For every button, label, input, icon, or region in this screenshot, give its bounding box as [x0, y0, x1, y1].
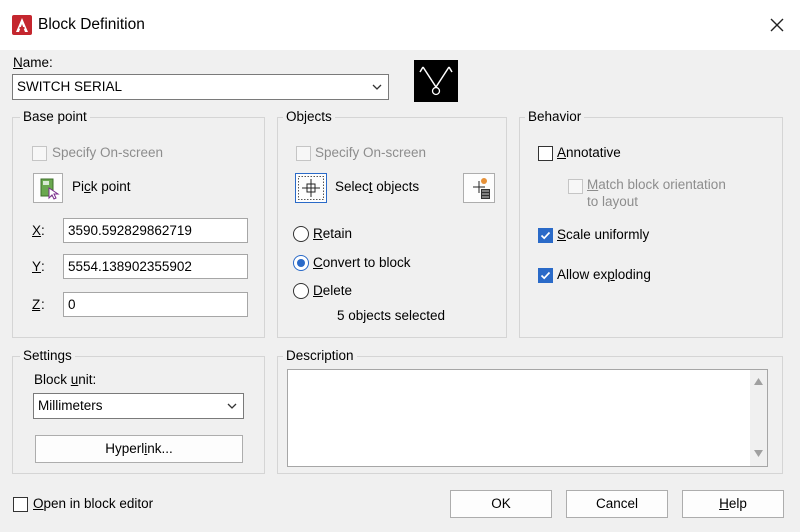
help-button[interactable]: Help	[682, 490, 784, 518]
open-block-editor-label: Open in block editor	[33, 496, 154, 511]
y-input[interactable]: 5554.138902355902	[63, 254, 248, 279]
allow-exploding-label: Allow exploding	[557, 267, 651, 282]
name-value: SWITCH SERIAL	[17, 79, 123, 94]
description-textarea[interactable]	[287, 369, 768, 467]
base-specify-onscreen-checkbox[interactable]	[32, 146, 47, 161]
annotative-label: Annotative	[557, 145, 621, 160]
description-title: Description	[283, 348, 357, 363]
chevron-down-icon	[372, 84, 382, 90]
open-block-editor-checkbox[interactable]	[13, 497, 28, 512]
retain-label: Retain	[313, 226, 353, 241]
pick-point-icon	[40, 178, 60, 200]
block-preview-icon	[414, 60, 458, 102]
objects-specify-onscreen-label: Specify On-screen	[315, 145, 427, 160]
select-objects-button[interactable]	[295, 173, 327, 203]
quick-select-button[interactable]	[463, 173, 495, 203]
scroll-down-icon[interactable]	[754, 450, 763, 457]
select-objects-label: Select objects	[335, 179, 420, 194]
quick-select-icon	[473, 178, 490, 199]
select-objects-icon	[298, 176, 324, 200]
x-input[interactable]: 3590.592829862719	[63, 218, 248, 243]
scroll-up-icon[interactable]	[754, 378, 763, 385]
name-combobox[interactable]: SWITCH SERIAL	[12, 74, 389, 100]
checkmark-icon	[540, 231, 551, 240]
delete-radio[interactable]	[293, 283, 309, 299]
annotative-checkbox[interactable]	[538, 146, 553, 161]
description-scrollbar[interactable]	[750, 370, 767, 466]
name-label: Name:	[13, 55, 53, 70]
block-unit-label: Block unit:	[34, 372, 97, 387]
match-orientation-label-line2: to layout	[587, 194, 639, 209]
convert-to-block-radio[interactable]	[293, 255, 309, 271]
block-unit-select[interactable]: Millimeters	[33, 393, 244, 419]
allow-exploding-checkbox[interactable]	[538, 268, 553, 283]
scale-uniformly-checkbox[interactable]	[538, 228, 553, 243]
hyperlink-button[interactable]: Hyperlink...	[35, 435, 243, 463]
z-label: Z	[32, 297, 41, 312]
convert-to-block-label: Convert to block	[313, 255, 411, 270]
base-specify-onscreen-label: Specify On-screen	[52, 145, 164, 160]
chevron-down-icon	[227, 403, 237, 409]
checkmark-icon	[540, 271, 551, 280]
delete-label: Delete	[313, 283, 353, 298]
objects-specify-onscreen-checkbox[interactable]	[296, 146, 311, 161]
autocad-app-icon	[12, 15, 32, 35]
pick-point-button[interactable]	[33, 173, 63, 203]
ok-button[interactable]: OK	[450, 490, 552, 518]
match-orientation-checkbox[interactable]	[568, 179, 583, 194]
objects-selected-count: 5 objects selected	[337, 308, 446, 323]
close-icon[interactable]	[764, 12, 790, 38]
cancel-button[interactable]: Cancel	[566, 490, 668, 518]
base-point-title: Base point	[20, 109, 90, 124]
scale-uniformly-label: Scale uniformly	[557, 227, 650, 242]
y-label: Y	[32, 259, 42, 274]
pick-point-label: Pick point	[72, 179, 131, 194]
retain-radio[interactable]	[293, 226, 309, 242]
z-input[interactable]: 0	[63, 292, 248, 317]
behavior-title: Behavior	[525, 109, 585, 124]
x-label: X	[32, 223, 42, 238]
match-orientation-label: Match block orientation	[587, 177, 726, 192]
objects-title: Objects	[283, 109, 335, 124]
block-unit-value: Millimeters	[38, 398, 103, 413]
window-title: Block Definition	[38, 16, 145, 33]
settings-title: Settings	[20, 348, 75, 363]
